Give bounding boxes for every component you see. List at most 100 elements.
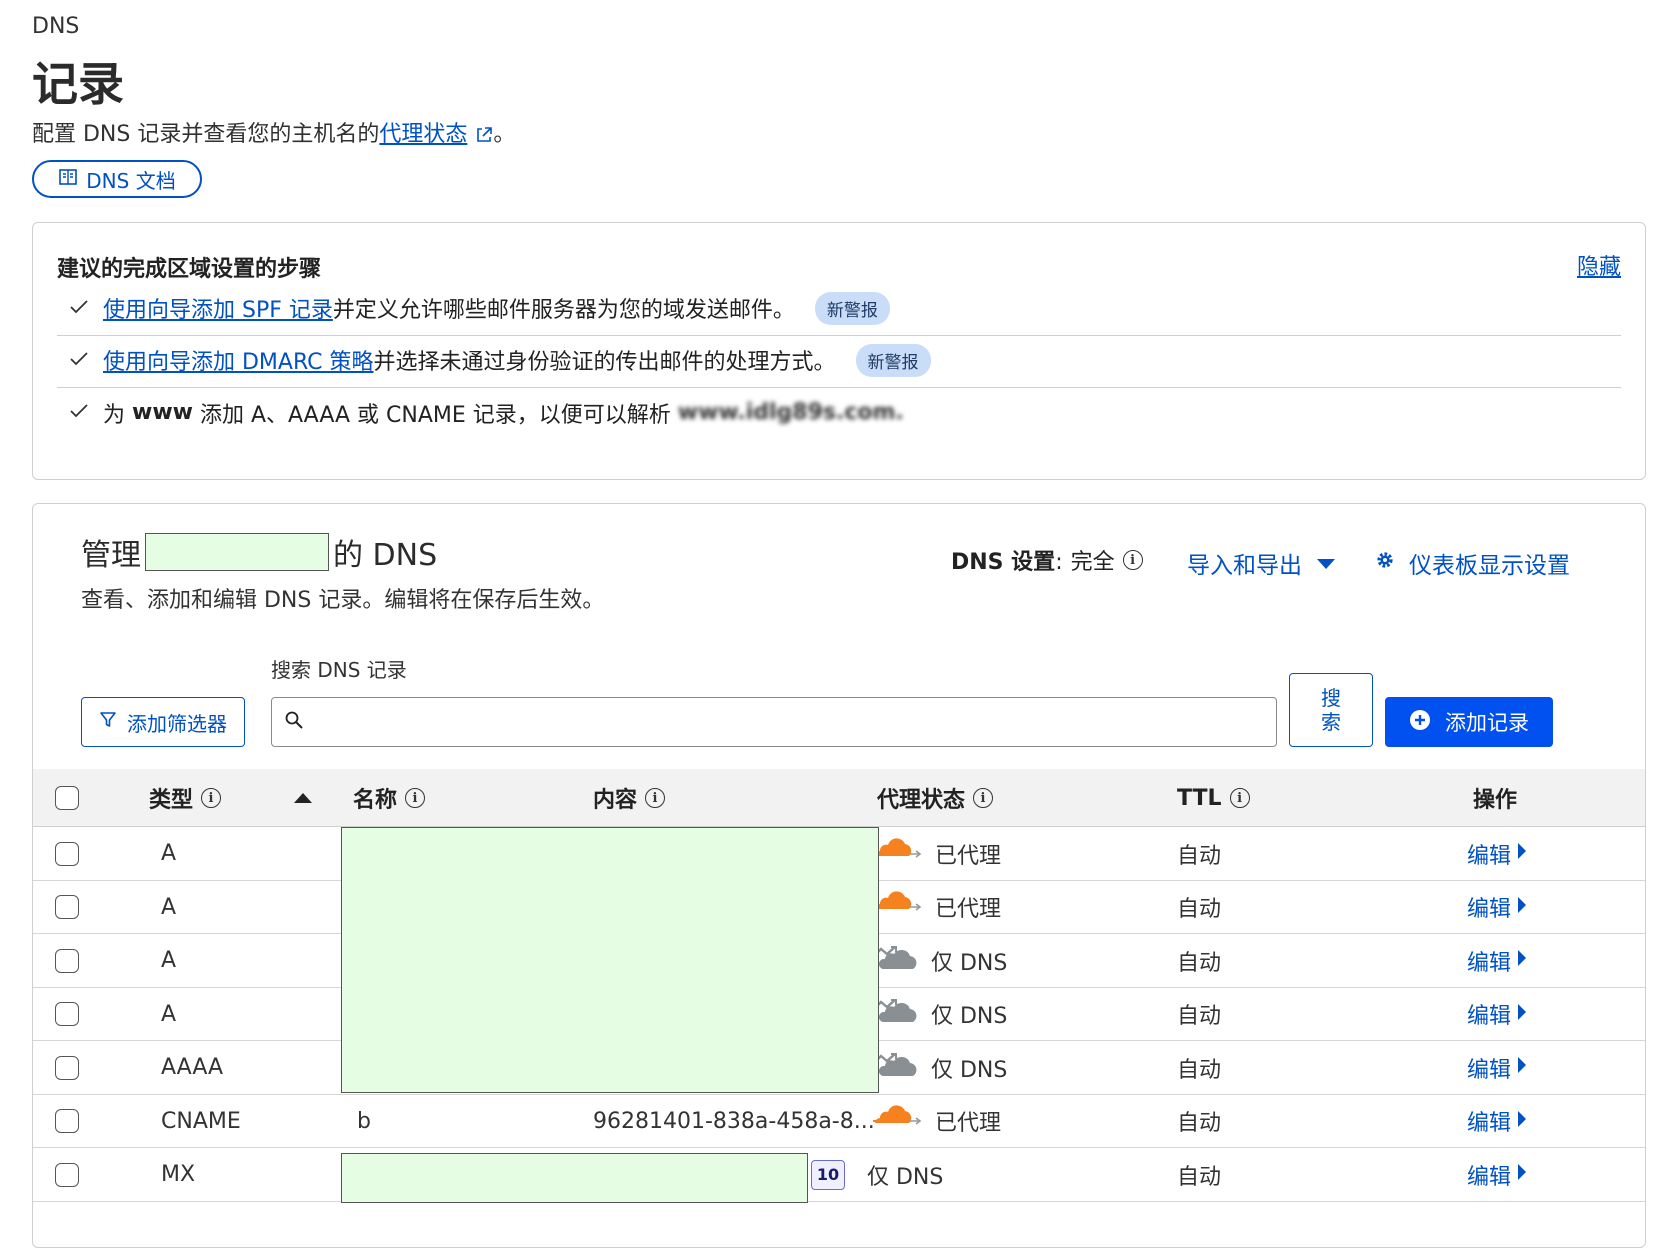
dashboard-display-settings[interactable]: 仪表板显示设置 [1375,546,1570,580]
plus-circle-icon [1409,709,1431,736]
redacted-mx-block [341,1153,808,1203]
add-record-button[interactable]: 添加记录 [1385,697,1553,747]
info-icon[interactable]: i [645,788,666,808]
proxy-status-cell[interactable]: 已代理 [871,881,1001,935]
row-checkbox[interactable] [55,1109,79,1134]
mx-priority-badge: 10 [811,1159,845,1190]
table-row: CNAME b 96281401-838a-458a-8... 已代理 自动 编辑 [33,1095,1645,1149]
records-table-header: 类型 i 名称 i 内容 i 代理状态 i TTL i 操作 [33,769,1645,827]
info-icon[interactable]: i [973,788,994,808]
edit-record-button[interactable]: 编辑 [1467,827,1527,881]
external-link-icon [475,125,493,150]
record-type: A [161,948,177,974]
new-alert-badge: 新警报 [814,291,890,325]
row-checkbox[interactable] [55,841,79,866]
record-name: b [357,1108,371,1134]
proxy-status-cell[interactable]: 仅 DNS [871,934,1007,988]
proxy-status-label: 已代理 [935,897,1002,923]
record-type: A [161,841,177,867]
add-filter-label: 添加筛选器 [127,711,227,736]
search-button[interactable]: 搜索 [1289,673,1373,747]
record-type: CNAME [161,1108,241,1134]
column-header-content[interactable]: 内容 i [593,769,666,827]
search-icon [284,710,304,734]
redacted-records-block [341,827,879,1093]
select-all-checkbox[interactable] [55,786,79,810]
record-ttl: 自动 [1177,843,1222,869]
table-row: MX 10 仅 DNS 自动 编辑 [33,1148,1645,1202]
setup-steps-card: 建议的完成区域设置的步骤 隐藏 使用向导添加 SPF 记录 并定义允许哪些邮件服… [32,222,1646,480]
edit-label: 编辑 [1467,1004,1512,1030]
edit-label: 编辑 [1467,1164,1512,1190]
column-header-proxy[interactable]: 代理状态 i [877,769,994,827]
mx-priority-cell: 10 [811,1148,845,1202]
proxy-status-label: 已代理 [935,1111,1002,1137]
dns-settings-status: DNS 设置: 完全 i [951,544,1143,576]
search-input[interactable] [312,709,1276,735]
proxy-status-cell[interactable]: 仅 DNS [871,1041,1007,1095]
edit-record-button[interactable]: 编辑 [1467,1095,1527,1149]
row-checkbox[interactable] [55,1002,79,1027]
row-checkbox[interactable] [55,1162,79,1187]
step-text-www: www [132,400,193,425]
caret-right-icon [1517,1055,1527,1080]
caret-down-icon [1316,550,1336,576]
record-type: A [161,894,177,920]
record-ttl: 自动 [1177,950,1222,976]
dns-docs-button[interactable]: DNS 文档 [32,160,202,198]
edit-label: 编辑 [1467,1111,1512,1137]
proxy-status-label: 仅 DNS [931,1004,1008,1030]
record-type: AAAA [161,1055,224,1081]
column-content-label: 内容 [593,788,638,813]
record-type: A [161,1001,177,1027]
add-spf-link[interactable]: 使用向导添加 SPF 记录 [103,292,333,324]
dns-docs-label: DNS 文档 [86,168,176,193]
add-filter-button[interactable]: 添加筛选器 [81,697,245,747]
proxy-status-label: 仅 DNS [931,950,1008,976]
proxy-status-cell[interactable]: 仅 DNS [871,988,1007,1042]
edit-record-button[interactable]: 编辑 [1467,988,1527,1042]
search-field[interactable] [271,697,1277,747]
column-header-ttl[interactable]: TTL i [1177,769,1250,827]
page-description-suffix: 。 [493,122,516,147]
row-checkbox[interactable] [55,948,79,973]
import-export-dropdown[interactable]: 导入和导出 [1187,546,1336,580]
add-dmarc-link[interactable]: 使用向导添加 DMARC 策略 [103,344,374,376]
proxy-status-cell[interactable]: 已代理 [871,1095,1001,1149]
edit-record-button[interactable]: 编辑 [1467,1041,1527,1095]
dashboard-settings-label: 仪表板显示设置 [1409,553,1570,579]
record-type: MX [161,1162,196,1188]
proxy-status-label: 仅 DNS [931,1057,1008,1083]
proxy-status-cell[interactable]: 仅 DNS [867,1148,943,1202]
check-icon [69,348,97,373]
column-header-actions: 操作 [1473,788,1518,813]
hide-steps-link[interactable]: 隐藏 [1577,249,1621,281]
caret-right-icon [1517,948,1527,973]
caret-right-icon [1517,1162,1527,1187]
edit-label: 编辑 [1467,843,1512,869]
breadcrumb: DNS [32,14,80,39]
info-icon[interactable]: i [1229,788,1250,808]
sort-ascending-icon[interactable] [293,769,313,827]
info-icon[interactable]: i [1122,550,1143,570]
edit-label: 编辑 [1467,1057,1512,1083]
row-checkbox[interactable] [55,895,79,920]
column-name-label: 名称 [353,788,398,813]
record-content: 96281401-838a-458a-8... [593,1108,875,1134]
info-icon[interactable]: i [405,788,426,808]
edit-record-button[interactable]: 编辑 [1467,881,1527,935]
row-checkbox[interactable] [55,1055,79,1080]
edit-record-button[interactable]: 编辑 [1467,1148,1527,1202]
search-label: 搜索 DNS 记录 [271,658,407,682]
column-header-name[interactable]: 名称 i [353,769,426,827]
redacted-domain [145,533,329,571]
dns-records-card: 管理 的 DNS 查看、添加和编辑 DNS 记录。编辑将在保存后生效。 DNS … [32,503,1646,1248]
edit-record-button[interactable]: 编辑 [1467,934,1527,988]
proxy-status-cell[interactable]: 已代理 [871,827,1001,881]
record-ttl: 自动 [1177,897,1222,923]
proxy-status-link[interactable]: 代理状态 [379,122,467,147]
add-record-label: 添加记录 [1445,711,1529,735]
info-icon[interactable]: i [201,788,222,808]
column-header-type[interactable]: 类型 i [149,769,222,827]
column-type-label: 类型 [149,788,194,813]
